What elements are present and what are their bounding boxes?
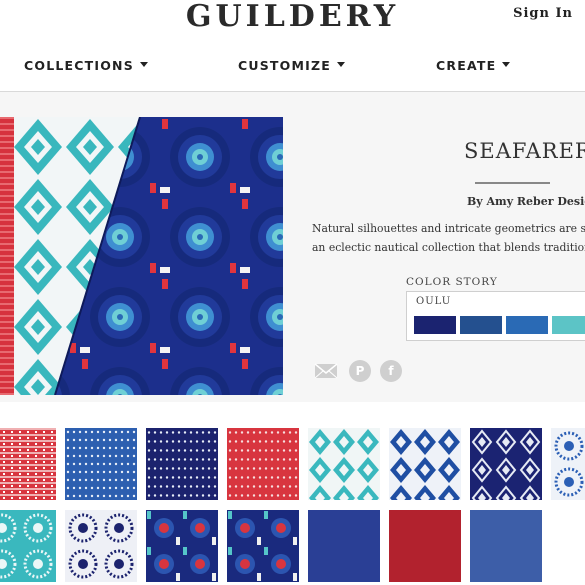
designer-link[interactable]: By Amy Reber Designs <box>467 195 585 208</box>
facebook-icon[interactable]: f <box>380 360 402 382</box>
product-tile-aqua-medallion[interactable] <box>0 510 56 582</box>
product-tile-navy-floral-red-2[interactable] <box>227 510 299 582</box>
main-nav: COLLECTIONS CUSTOMIZE CREATE <box>0 58 585 86</box>
nav-customize[interactable]: CUSTOMIZE <box>238 58 345 73</box>
product-tile-solid-navy[interactable] <box>308 510 380 582</box>
guildery-logo[interactable]: GUILDERY <box>0 0 585 34</box>
product-tile-navy-dot-stripe[interactable] <box>146 428 218 500</box>
product-tile-red-tribal-stripe[interactable] <box>0 428 56 500</box>
nav-customize-label: CUSTOMIZE <box>238 58 331 73</box>
product-tile-aqua-ikat-diamond[interactable] <box>308 428 380 500</box>
product-tile-solid-red[interactable] <box>389 510 461 582</box>
nav-create[interactable]: CREATE <box>436 58 511 73</box>
product-tile-blue-dot-stripe[interactable] <box>65 428 137 500</box>
title-divider <box>475 182 550 184</box>
collection-title: SEAFARER <box>464 139 585 163</box>
caret-down-icon <box>502 62 511 67</box>
product-tile-navy-medallion-white[interactable] <box>65 510 137 582</box>
product-tile-blue-ikat-diamond[interactable] <box>389 428 461 500</box>
email-icon[interactable] <box>314 360 338 382</box>
collection-hero-image[interactable] <box>0 117 283 395</box>
pinterest-icon[interactable]: P <box>349 360 371 382</box>
color-story-name: OULU <box>416 296 452 307</box>
product-grid <box>0 428 585 585</box>
nav-collections-label: COLLECTIONS <box>24 58 134 73</box>
color-swatch <box>552 316 585 334</box>
nav-collections[interactable]: COLLECTIONS <box>24 58 148 73</box>
description-line: Natural silhouettes and intricate geomet… <box>312 222 585 235</box>
product-tile-blue-medallion[interactable] <box>551 428 585 500</box>
caret-down-icon <box>336 62 345 67</box>
color-story-option[interactable]: OULU <box>406 291 585 341</box>
color-swatch <box>414 316 456 334</box>
caret-down-icon <box>139 62 148 67</box>
nav-create-label: CREATE <box>436 58 497 73</box>
product-tile-red-dot-stripe[interactable] <box>227 428 299 500</box>
collection-description: Natural silhouettes and intricate geomet… <box>312 219 585 257</box>
product-tile-solid-blue[interactable] <box>470 510 542 582</box>
color-swatch <box>460 316 502 334</box>
color-story-label: COLOR STORY <box>406 276 498 288</box>
sign-in-link[interactable]: Sign In <box>513 6 573 21</box>
product-tile-navy-floral-red[interactable] <box>146 510 218 582</box>
color-swatch <box>506 316 548 334</box>
product-tile-navy-ikat-diamond[interactable] <box>470 428 542 500</box>
description-line: an eclectic nautical collection that ble… <box>312 241 585 254</box>
